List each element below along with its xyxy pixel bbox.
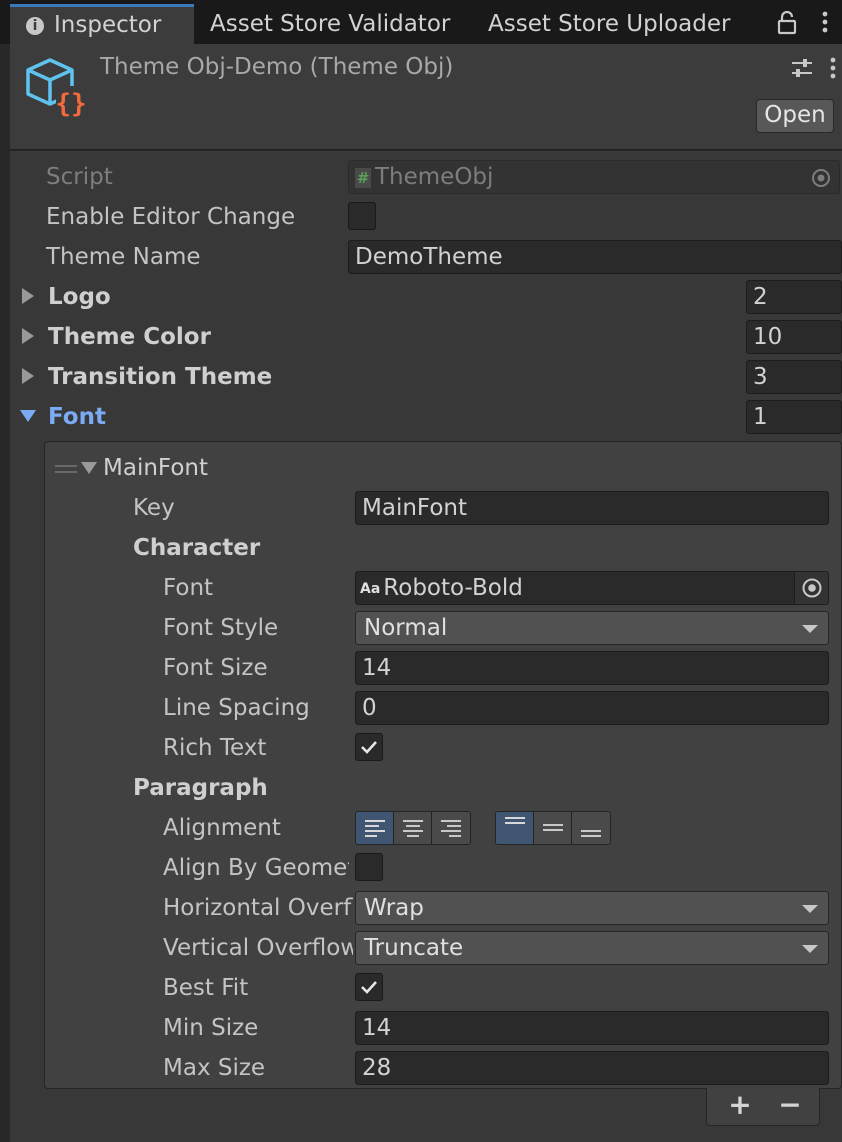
font-picker-button[interactable] [794, 572, 828, 604]
font-asset-icon: Aa [360, 581, 381, 597]
object-picker-icon [802, 578, 822, 598]
list-item-mainfont[interactable]: MainFont [103, 450, 353, 486]
align-top-button[interactable] [496, 812, 534, 844]
font-label: Font [163, 575, 214, 601]
align-middle-icon [543, 824, 563, 831]
best-fit-label: Best Fit [163, 975, 249, 1001]
font-style-dropdown[interactable]: Normal [355, 611, 829, 645]
logo-foldout-arrow-icon[interactable] [22, 288, 34, 304]
preset-sliders-icon[interactable] [790, 56, 814, 80]
open-button[interactable]: Open [756, 99, 834, 133]
align-bottom-button[interactable] [572, 812, 610, 844]
rich-text-checkbox[interactable] [355, 733, 383, 761]
tab-bar: i Inspector Asset Store Validator Asset S… [0, 0, 842, 44]
tab-uploader-label: Asset Store Uploader [488, 11, 731, 37]
script-label: Script [46, 164, 113, 190]
horizontal-overflow-dropdown[interactable]: Wrap [355, 891, 829, 925]
enable-editor-change-label: Enable Editor Change [46, 204, 296, 230]
min-size-input[interactable]: 14 [355, 1011, 829, 1045]
context-menu-icon[interactable] [828, 56, 838, 82]
svg-text:{}: {} [55, 89, 86, 118]
dropdown-arrow-icon [802, 945, 818, 953]
vertical-overflow-value: Truncate [364, 935, 464, 961]
theme-color-size-input[interactable]: 10 [746, 320, 842, 354]
kebab-menu-icon[interactable] [820, 10, 830, 36]
object-picker-icon [812, 169, 830, 187]
align-top-icon [505, 817, 525, 824]
rich-text-label: Rich Text [163, 735, 267, 761]
transition-theme-foldout-arrow-icon[interactable] [22, 368, 34, 384]
font-foldout-arrow-icon[interactable] [20, 410, 36, 422]
tab-asset-store-uploader[interactable]: Asset Store Uploader [488, 4, 730, 44]
font-style-value: Normal [364, 615, 448, 641]
scriptable-object-icon: {} [26, 58, 87, 118]
align-right-button[interactable] [432, 812, 470, 844]
theme-name-input[interactable]: DemoTheme [348, 240, 842, 274]
inspector-content: Script # ThemeObj Enable Editor Change Th… [10, 151, 842, 1142]
tab-asset-store-validator[interactable]: Asset Store Validator [210, 4, 450, 44]
font-size-count-input[interactable]: 1 [746, 400, 842, 434]
logo-foldout-label[interactable]: Logo [48, 279, 348, 315]
vertical-overflow-label: Vertical Overflow [163, 935, 353, 961]
horizontal-overflow-value: Wrap [364, 895, 424, 921]
line-spacing-label: Line Spacing [163, 695, 310, 721]
theme-name-label: Theme Name [46, 244, 201, 270]
csharp-script-icon: # [355, 168, 371, 188]
font-size-input[interactable]: 14 [355, 651, 829, 685]
theme-color-foldout-arrow-icon[interactable] [22, 328, 34, 344]
min-size-label: Min Size [163, 1015, 259, 1041]
enable-editor-change-checkbox[interactable] [348, 202, 376, 230]
font-foldout-label[interactable]: Font [48, 399, 348, 435]
key-label: Key [133, 495, 175, 521]
align-bottom-icon [581, 830, 601, 837]
best-fit-checkbox[interactable] [355, 973, 383, 1001]
align-left-button[interactable] [356, 812, 394, 844]
align-right-icon [441, 820, 461, 837]
horizontal-overflow-label: Horizontal Overfl [163, 895, 353, 921]
theme-color-foldout-label[interactable]: Theme Color [48, 319, 348, 355]
align-left-icon [365, 820, 385, 837]
align-center-icon [403, 820, 423, 837]
paragraph-header: Paragraph [133, 775, 268, 801]
key-input[interactable]: MainFont [355, 491, 829, 525]
dropdown-arrow-icon [802, 625, 818, 633]
font-list: MainFont Key MainFont Character Font Aa R… [44, 441, 842, 1089]
alignment-label: Alignment [163, 815, 281, 841]
object-title: Theme Obj-Demo (Theme Obj) [100, 54, 454, 80]
horizontal-alignment-group [355, 811, 471, 845]
add-element-button[interactable]: + [715, 1088, 765, 1124]
lock-icon[interactable] [776, 10, 798, 36]
checkmark-icon [361, 741, 377, 754]
max-size-input[interactable]: 28 [355, 1051, 829, 1085]
tab-inspector[interactable]: i Inspector [10, 4, 194, 44]
max-size-label: Max Size [163, 1055, 266, 1081]
align-by-geometry-checkbox[interactable] [355, 853, 383, 881]
script-field: # ThemeObj [348, 160, 840, 194]
logo-size-input[interactable]: 2 [746, 280, 842, 314]
tab-validator-label: Asset Store Validator [210, 11, 451, 37]
vertical-alignment-group [495, 811, 611, 845]
mainfont-foldout-arrow-icon[interactable] [81, 462, 97, 474]
transition-theme-size-input[interactable]: 3 [746, 360, 842, 394]
font-size-label: Font Size [163, 655, 268, 681]
list-footer: + − [706, 1088, 820, 1126]
vertical-overflow-dropdown[interactable]: Truncate [355, 931, 829, 965]
align-middle-button[interactable] [534, 812, 572, 844]
checkmark-icon [361, 981, 377, 994]
line-spacing-input[interactable]: 0 [355, 691, 829, 725]
font-style-label: Font Style [163, 615, 279, 641]
script-value: ThemeObj [375, 164, 494, 190]
character-header: Character [133, 535, 261, 561]
inspector-header: {} Theme Obj-Demo (Theme Obj) Open [10, 44, 842, 150]
font-object-field[interactable]: Aa Roboto-Bold [355, 571, 829, 605]
info-icon: i [26, 17, 44, 35]
align-center-button[interactable] [394, 812, 432, 844]
transition-theme-foldout-label[interactable]: Transition Theme [48, 359, 348, 395]
tab-inspector-label: Inspector [54, 12, 162, 38]
font-value: Roboto-Bold [383, 575, 523, 601]
dropdown-arrow-icon [802, 905, 818, 913]
drag-handle-icon[interactable] [55, 463, 77, 475]
remove-element-button[interactable]: − [765, 1088, 815, 1124]
align-by-geometry-label: Align By Geomet [163, 855, 349, 881]
